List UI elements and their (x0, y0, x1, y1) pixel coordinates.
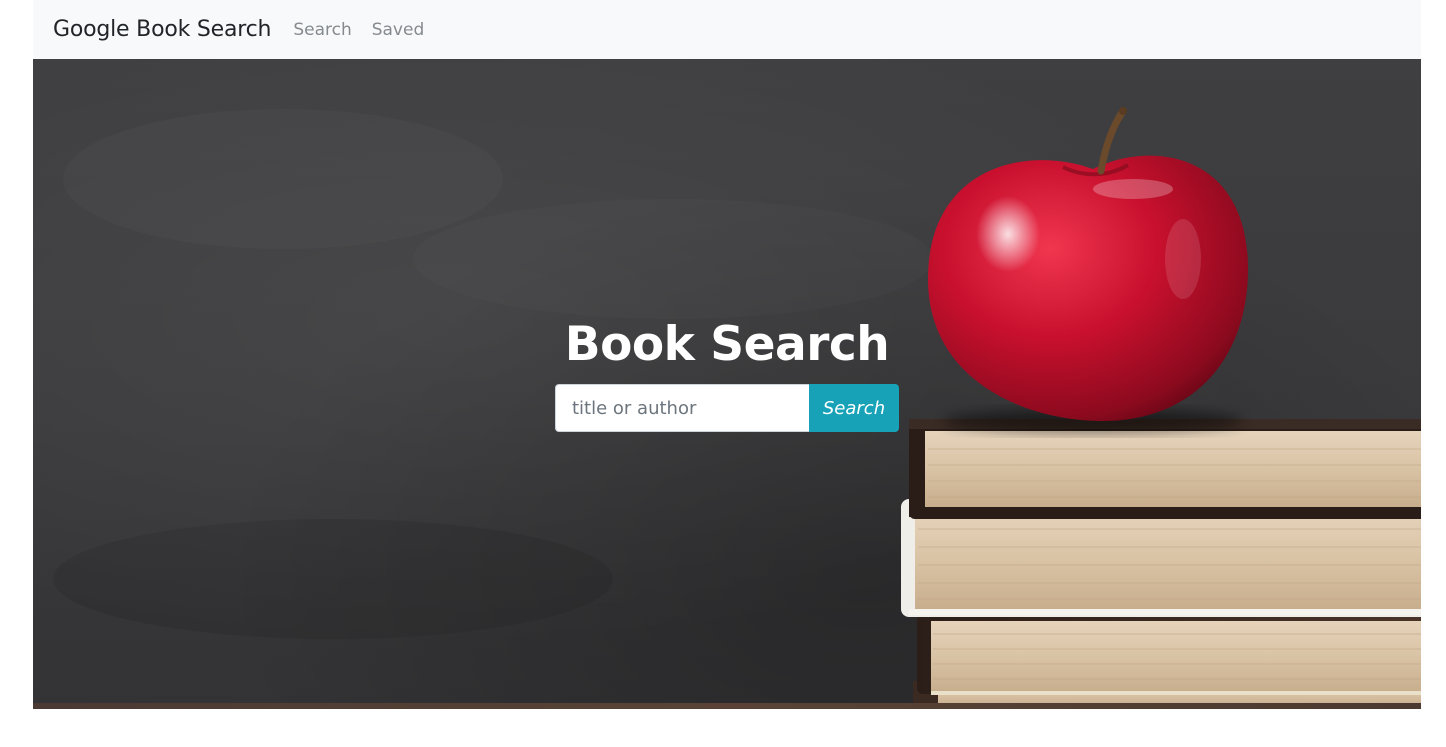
brand-link[interactable]: Google Book Search (53, 17, 272, 42)
search-input[interactable] (555, 384, 809, 432)
search-form: Search (555, 384, 899, 432)
navbar: Google Book Search Search Saved (33, 0, 1421, 59)
search-button[interactable]: Search (809, 384, 899, 432)
hero-jumbotron: Book Search Search (33, 59, 1421, 709)
nav-link-saved[interactable]: Saved (372, 20, 425, 40)
hero-content: Book Search Search (33, 317, 1421, 432)
page: Google Book Search Search Saved Book Sea… (0, 0, 1446, 747)
page-title: Book Search (564, 317, 890, 372)
nav-link-search[interactable]: Search (293, 20, 351, 40)
chalkboard-ledge (33, 703, 1421, 709)
